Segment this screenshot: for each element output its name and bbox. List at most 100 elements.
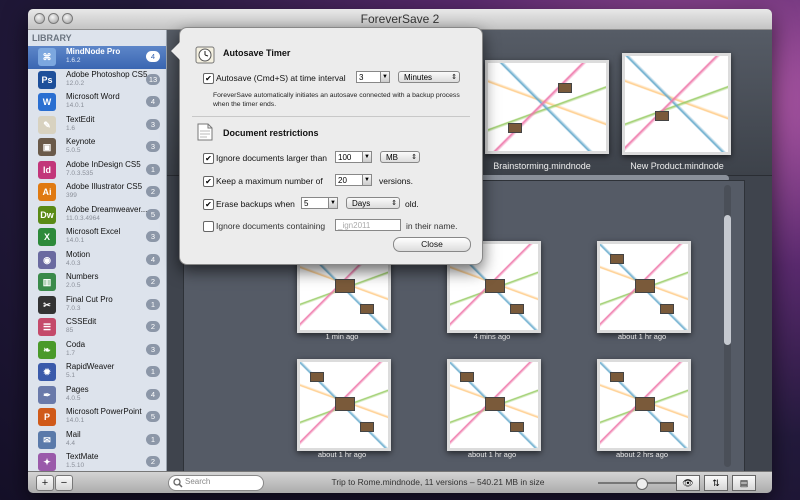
dreamweaver-icon: Dw [38,205,56,224]
sidebar-item[interactable]: ❧ Coda 1.7 3 [28,339,166,362]
sidebar-item[interactable]: P Microsoft PowerPoint 14.0.1 5 [28,406,166,429]
photoshop-icon: Ps [38,70,56,89]
autosave-description: ForeverSave automatically initiates an a… [213,92,460,108]
sidebar-item[interactable]: ▣ Keynote 5.0.5 3 [28,136,166,159]
autosave-unit-value: Minutes [404,73,433,82]
sidebar-item-version: 14.0.1 [66,237,85,244]
remove-button[interactable]: − [55,475,73,491]
ignore-larger-stepper[interactable]: ▼ [362,151,372,163]
erase-input[interactable]: 5 [301,197,329,209]
zoom-slider-knob[interactable] [636,478,648,490]
sidebar-item[interactable]: Ps Adobe Photoshop CS5 12.0.2 13 [28,69,166,92]
version-count-badge: 4 [146,253,160,265]
sidebar-item[interactable]: ⌘ MindNode Pro 1.6.2 4 [28,46,166,69]
sidebar-item-name: Adobe Dreamweaver... [66,204,148,214]
ignore-containing-checkbox[interactable] [203,221,214,232]
version-time-label: about 2 hrs ago [615,450,669,459]
scrollbar-thumb[interactable] [724,215,731,345]
autosave-unit-select[interactable]: Minutes ⇕ [398,71,460,83]
sidebar-item[interactable]: ✎ TextEdit 1.6 3 [28,114,166,137]
version-count-badge: 5 [146,411,160,422]
keep-max-label: Keep a maximum number of [216,176,323,186]
keep-max-checkbox[interactable]: ✔ [203,176,214,187]
search-field[interactable]: Search [168,475,264,491]
ignore-larger-unit-select[interactable]: MB ⇕ [380,151,420,163]
autosave-checkbox[interactable]: ✔ [203,73,214,84]
sidebar-item-version: 12.0.2 [66,79,85,87]
sidebar-item-version: 1.6 [66,124,76,132]
version-count-badge: 2 [146,456,160,467]
sidebar-item-version: 7.0.3 [66,304,81,312]
sidebar-item[interactable]: ✹ RapidWeaver 5.1 1 [28,361,166,384]
sidebar-item[interactable]: ✂ Final Cut Pro 7.0.3 1 [28,294,166,317]
erase-label: Erase backups when [216,199,295,209]
version-count-badge: 3 [146,231,160,242]
version-thumbnail[interactable] [447,359,541,451]
sidebar-item[interactable]: Id Adobe InDesign CS5 7.0.3.535 1 [28,159,166,182]
shelf-label: Brainstorming.mindnode [493,161,591,171]
illustrator-icon: Ai [38,183,56,201]
ignore-containing-label: Ignore documents containing [216,221,326,231]
autosave-interval-input[interactable]: 3 [356,71,381,83]
preferences-popover: Autosave Timer ✔ Autosave (Cmd+S) at tim… [171,27,483,265]
search-placeholder: Search [185,477,211,486]
sidebar-item[interactable]: ◉ Motion 4.0.3 4 [28,249,166,272]
version-time-label: 1 min ago [325,332,359,341]
version-count-badge: 4 [146,51,160,62]
pages-icon: ✒ [38,385,56,404]
add-button[interactable]: + [36,475,54,491]
chevron-updown-icon: ⇕ [411,154,417,161]
sidebar-item[interactable]: ✒ Pages 4.0.5 4 [28,384,166,407]
sidebar-item[interactable]: ▥ Numbers 2.0.5 2 [28,271,166,294]
sidebar-item[interactable]: W Microsoft Word 14.0.1 4 [28,91,166,114]
sidebar-item[interactable]: Dw Adobe Dreamweaver... 11.0.3.4964 5 [28,204,166,227]
erase-checkbox[interactable]: ✔ [203,199,214,210]
app-list: ⌘ MindNode Pro 1.6.2 4 Ps Adobe Photoshop CS5… [28,46,166,471]
close-button[interactable]: Close [393,237,471,252]
version-time-label: about 1 hr ago [467,450,517,459]
sidebar-item[interactable]: ☰ CSSEdit 85 2 [28,316,166,339]
sidebar-item-name: Coda [66,339,86,349]
cssedit-icon: ☰ [38,318,56,336]
bottom-toolbar: + − Search Trip to Rome.mindnode, 11 ver… [28,471,772,493]
mail-icon: ✉ [38,430,56,449]
version-thumbnail[interactable] [297,359,391,451]
version-thumbnail[interactable] [597,241,691,333]
numbers-icon: ▥ [38,273,56,291]
ignore-larger-input[interactable]: 100 [335,151,363,163]
divider [192,116,470,117]
keep-max-stepper[interactable]: ▼ [362,174,372,186]
keep-max-input[interactable]: 20 [335,174,363,186]
sidebar-item[interactable]: ✉ Mail 4.4 1 [28,429,166,452]
sidebar-item-name: RapidWeaver [66,362,115,371]
version-count-badge: 1 [146,298,160,310]
sidebar-item-version: 7.0.3.535 [66,169,94,177]
ignore-containing-input[interactable]: _ign2011 [335,219,401,231]
erase-unit-select[interactable]: Days ⇕ [346,197,400,209]
popover-arrow [171,42,180,60]
powerpoint-icon: P [38,408,56,426]
version-count-badge: 4 [146,388,160,400]
sidebar-item[interactable]: ✦ TextMate 1.5.10 2 [28,451,166,471]
version-time-label: about 1 hr ago [617,332,667,341]
export-button[interactable]: ▤ [732,475,756,491]
sidebar-item-name: Microsoft Word [66,92,120,101]
sidebar-item-version: 5.1 [66,372,76,379]
ignore-larger-checkbox[interactable]: ✔ [203,153,214,164]
version-time-label: about 1 hr ago [317,450,367,459]
preview-button[interactable]: 👁 [676,475,700,491]
sidebar-item-name: Motion [66,249,91,259]
sidebar-item-version: 399 [66,192,77,199]
autosave-interval-stepper[interactable]: ▼ [380,71,390,83]
erase-stepper[interactable]: ▼ [328,197,338,209]
version-thumbnail[interactable] [597,359,691,451]
sidebar-item-version: 2.0.5 [66,282,81,289]
restore-button[interactable]: ⇅ [704,475,728,491]
sidebar-item[interactable]: X Microsoft Excel 14.0.1 3 [28,226,166,249]
sidebar-item-name: Final Cut Pro [66,294,113,304]
shelf-thumbnail[interactable] [485,60,609,154]
shelf-thumbnail[interactable] [622,53,731,155]
sidebar-item[interactable]: Ai Adobe Illustrator CS5 399 2 [28,181,166,204]
version-count-badge: 1 [146,366,160,377]
version-count-badge: 13 [146,73,160,85]
